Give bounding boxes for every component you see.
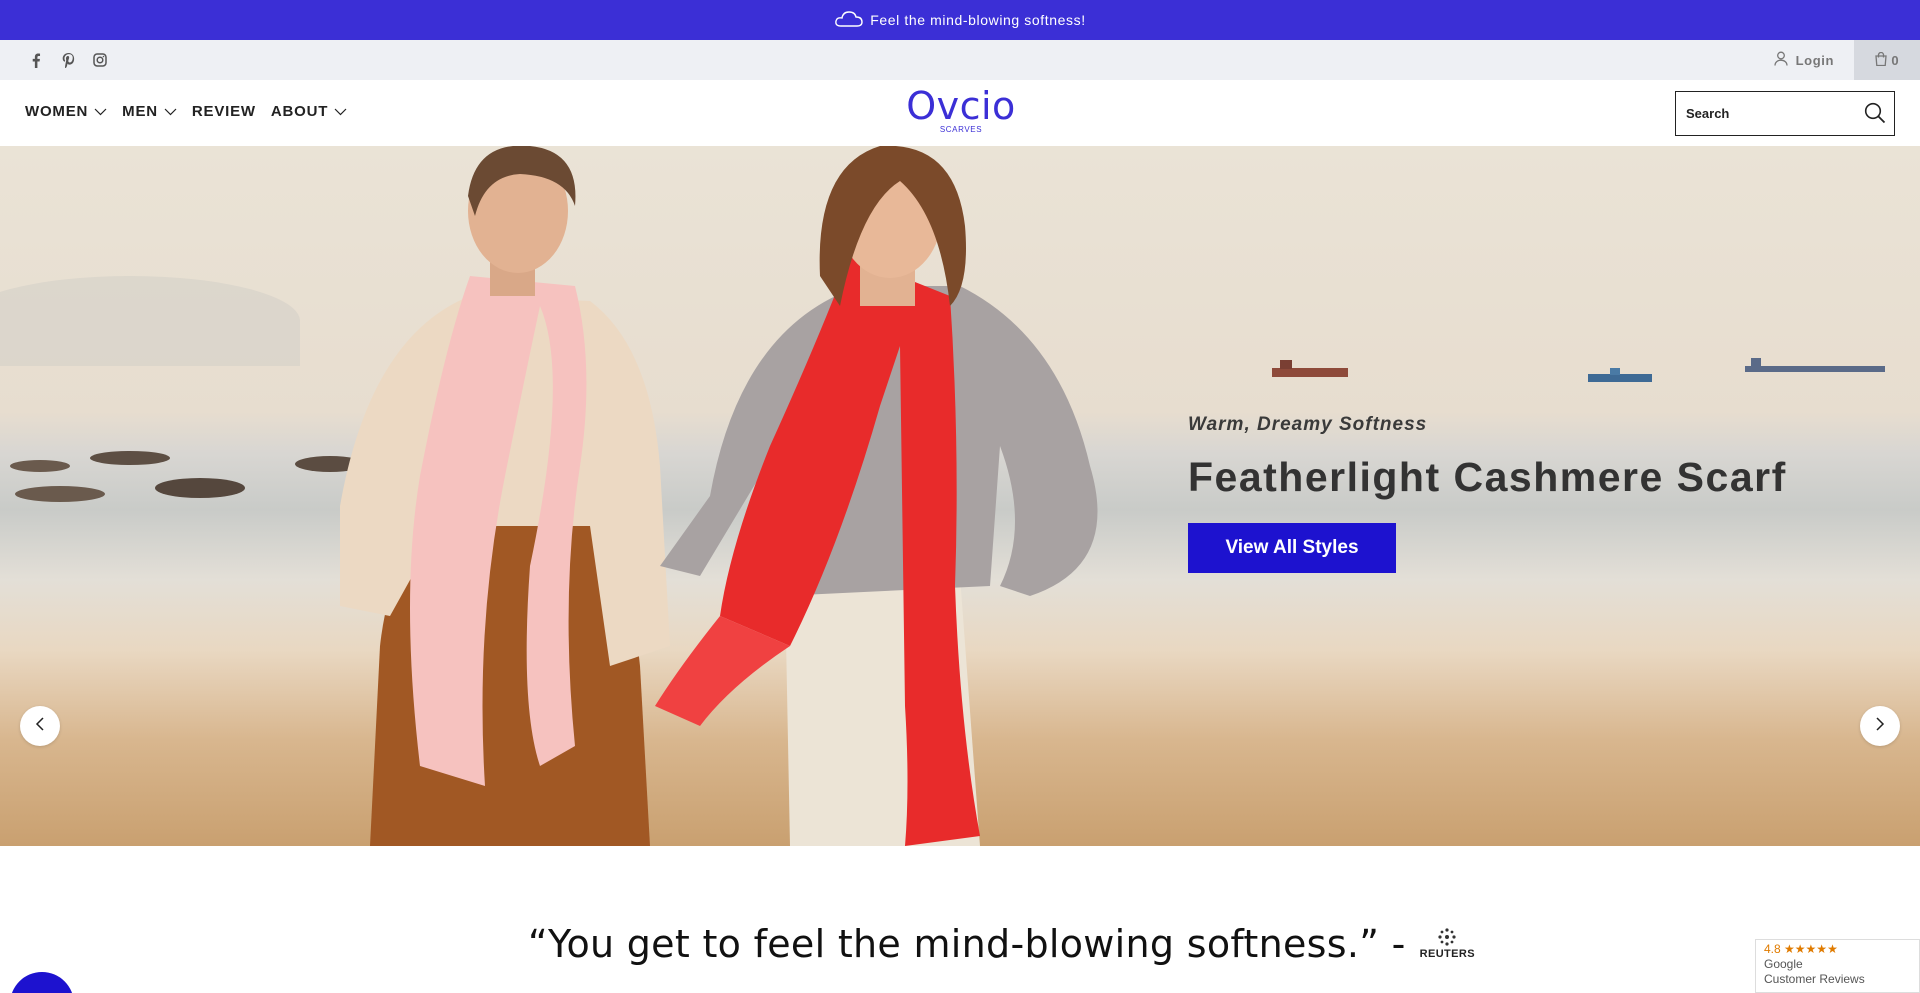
- instagram-icon[interactable]: [92, 52, 108, 68]
- chevron-down-icon: [164, 103, 177, 120]
- boat-image: [1272, 360, 1348, 377]
- review-rating: 4.8: [1764, 942, 1781, 956]
- press-quote: “You get to feel the mind-blowing softne…: [528, 922, 1475, 966]
- reuters-icon: [1438, 928, 1456, 946]
- facebook-icon[interactable]: [28, 52, 44, 68]
- pinterest-icon[interactable]: [60, 52, 76, 68]
- chevron-left-icon: [35, 716, 45, 736]
- login-link[interactable]: Login: [1773, 40, 1834, 80]
- nav-label: ABOUT: [270, 102, 329, 120]
- search-input[interactable]: [1686, 106, 1856, 121]
- search-icon[interactable]: [1864, 102, 1886, 129]
- nav-label: REVIEW: [191, 102, 256, 120]
- google-reviews-badge[interactable]: 4.8 ★★★★★ Google Customer Reviews: [1755, 939, 1920, 993]
- shopping-bag-icon: [1875, 51, 1888, 69]
- hero-slideshow: Warm, Dreamy Softness Featherlight Cashm…: [0, 146, 1920, 846]
- reuters-logo: REUTERS: [1420, 926, 1475, 960]
- boat-image: [1588, 368, 1652, 382]
- star-rating-icon: ★★★★★: [1784, 942, 1838, 956]
- chevron-right-icon: [1875, 716, 1885, 736]
- reuters-wordmark: REUTERS: [1419, 948, 1475, 960]
- hero-kicker: Warm, Dreamy Softness: [1188, 414, 1428, 435]
- hero-title: Featherlight Cashmere Scarf: [1188, 454, 1787, 500]
- site-logo[interactable]: Ovcio SCARVES: [905, 86, 1017, 134]
- hero-caption: Warm, Dreamy Softness Featherlight Cashm…: [1188, 414, 1787, 573]
- reviews-source: Google: [1764, 957, 1803, 971]
- social-links: [28, 40, 108, 80]
- nav-label: MEN: [122, 102, 158, 120]
- reviews-label: Customer Reviews: [1764, 972, 1865, 986]
- utility-bar: Login 0: [0, 40, 1920, 80]
- slideshow-next-button[interactable]: [1860, 706, 1900, 746]
- cart-count: 0: [1891, 52, 1899, 68]
- cloud-icon: [834, 9, 870, 32]
- search-box: [1675, 91, 1895, 136]
- user-icon: [1773, 51, 1788, 69]
- view-all-styles-button[interactable]: View All Styles: [1188, 523, 1396, 573]
- chevron-down-icon: [94, 103, 107, 120]
- nav-item-women[interactable]: WOMEN: [25, 103, 107, 120]
- logo-wordmark: Ovcio: [906, 84, 1016, 128]
- nav-label: WOMEN: [25, 102, 89, 120]
- nav-item-men[interactable]: MEN: [122, 103, 177, 120]
- background-hill: [0, 276, 300, 366]
- slideshow-prev-button[interactable]: [20, 706, 60, 746]
- login-label: Login: [1795, 52, 1834, 68]
- chat-button[interactable]: [10, 972, 74, 993]
- announcement-bar: Feel the mind-blowing softness!: [0, 0, 1920, 40]
- nav-item-about[interactable]: ABOUT: [271, 103, 347, 120]
- quote-text: “You get to feel the mind-blowing softne…: [528, 922, 1406, 966]
- main-header: WOMEN MEN REVIEW ABOUT Ovcio SCARVES: [0, 80, 1920, 146]
- main-nav: WOMEN MEN REVIEW ABOUT: [25, 80, 347, 142]
- model-red-scarf-image: [655, 146, 1098, 846]
- announcement-text: Feel the mind-blowing softness!: [870, 12, 1086, 28]
- nav-item-review[interactable]: REVIEW: [192, 103, 256, 120]
- cart-button[interactable]: 0: [1854, 40, 1920, 80]
- chevron-down-icon: [334, 103, 347, 120]
- boat-image: [1745, 358, 1885, 372]
